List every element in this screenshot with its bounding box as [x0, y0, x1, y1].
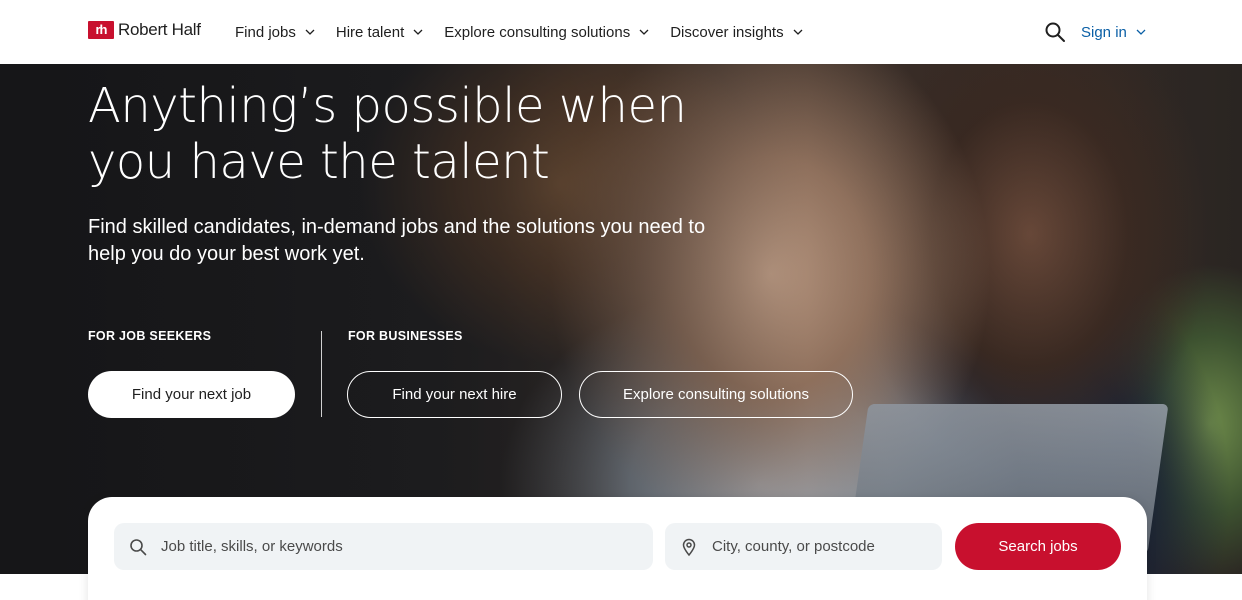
- keywords-field[interactable]: [114, 523, 653, 570]
- hero-headline: Anything’s possible when you have the ta…: [88, 78, 687, 190]
- job-seekers-label: FOR JOB SEEKERS: [88, 329, 212, 343]
- nav-find-jobs-label: Find jobs: [235, 23, 296, 41]
- nav-find-jobs[interactable]: Find jobs: [235, 24, 315, 41]
- nav-hire-talent[interactable]: Hire talent: [336, 24, 423, 41]
- cta-divider: [321, 331, 322, 417]
- nav-discover-insights[interactable]: Discover insights: [670, 23, 803, 41]
- site-header: rh Robert Half Find jobs Hire talent Exp…: [0, 0, 1242, 64]
- businesses-label: FOR BUSINESSES: [348, 329, 463, 343]
- search-icon[interactable]: [1043, 20, 1067, 44]
- chevron-down-icon: [639, 29, 649, 35]
- location-pin-icon: [682, 538, 696, 556]
- location-input[interactable]: [712, 523, 942, 570]
- nav-discover-insights-label: Discover insights: [670, 23, 784, 41]
- explore-consulting-button[interactable]: Explore consulting solutions: [579, 371, 853, 418]
- nav-explore-consulting-label: Explore consulting solutions: [444, 23, 631, 41]
- chevron-down-icon: [793, 29, 803, 35]
- sign-in-menu[interactable]: Sign in: [1081, 0, 1146, 64]
- location-field[interactable]: [665, 523, 942, 570]
- chevron-down-icon: [305, 29, 315, 35]
- hero-subline: Find skilled candidates, in-demand jobs …: [88, 216, 706, 265]
- search-icon: [130, 538, 147, 555]
- main-nav: Find jobs Hire talent Explore consulting…: [235, 0, 824, 64]
- robert-half-logo[interactable]: rh Robert Half: [88, 20, 201, 40]
- logo-mark: rh: [88, 21, 114, 39]
- job-search-card: Search jobs: [88, 497, 1147, 600]
- nav-explore-consulting[interactable]: Explore consulting solutions: [444, 24, 649, 41]
- logo-text: Robert Half: [118, 20, 201, 39]
- keywords-input[interactable]: [161, 523, 653, 570]
- chevron-down-icon: [413, 29, 423, 35]
- find-next-hire-button[interactable]: Find your next hire: [347, 371, 562, 418]
- sign-in-label: Sign in: [1081, 23, 1127, 41]
- search-jobs-button[interactable]: Search jobs: [955, 523, 1121, 570]
- chevron-down-icon: [1136, 29, 1146, 35]
- nav-hire-talent-label: Hire talent: [335, 23, 405, 41]
- find-next-job-button[interactable]: Find your next job: [88, 371, 295, 418]
